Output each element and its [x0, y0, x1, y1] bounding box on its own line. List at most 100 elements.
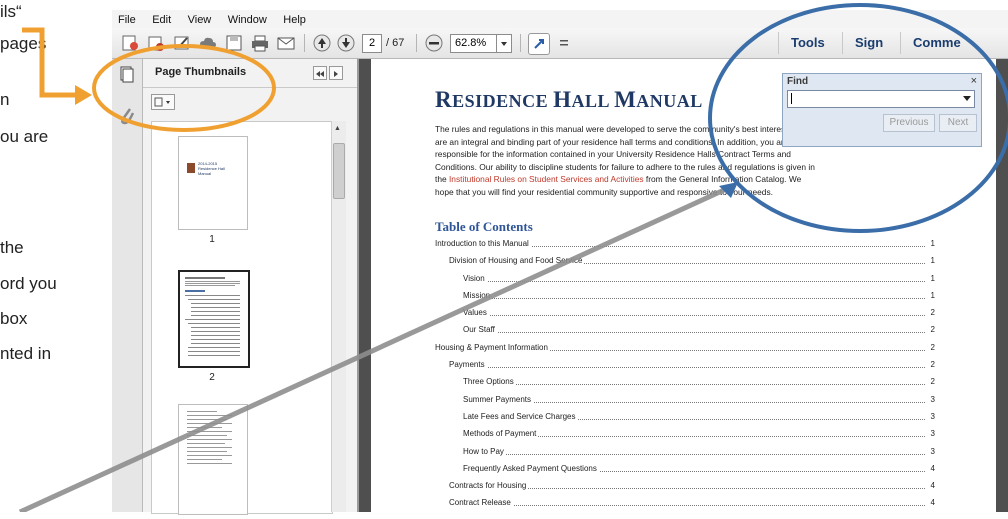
thumbnail-scrollbar[interactable]: ▲	[331, 121, 346, 512]
tools-button[interactable]: Tools	[778, 32, 837, 54]
menu-file[interactable]: File	[118, 11, 136, 29]
scrollbar-thumb[interactable]	[333, 143, 345, 199]
find-next-button[interactable]: Next	[939, 114, 977, 132]
toc-entry-page: 3	[930, 394, 935, 404]
find-previous-button[interactable]: Previous	[883, 114, 935, 132]
email-icon[interactable]	[276, 33, 296, 53]
next-page-icon[interactable]	[336, 33, 356, 53]
toc-leader	[463, 315, 925, 317]
toc-entry[interactable]: Payments 2	[435, 356, 935, 373]
toc-entry[interactable]: Introduction to this Manual 1	[435, 235, 935, 252]
toc-entry-page: 2	[930, 377, 935, 387]
toc-entry[interactable]: Frequently Asked Payment Questions 4	[435, 460, 935, 477]
toc-entry-page: 2	[930, 342, 935, 352]
toolbar-divider	[520, 34, 521, 52]
zoom-out-icon[interactable]	[424, 33, 444, 53]
find-input[interactable]	[787, 90, 975, 108]
toc-entry-text: Contracts for Housing	[449, 481, 529, 491]
menu-edit[interactable]: Edit	[152, 11, 171, 29]
table-of-contents: Introduction to this Manual 1 Division of …	[435, 235, 935, 512]
instruction-line: box	[0, 309, 28, 328]
expand-panel-icon[interactable]	[329, 66, 343, 80]
save-icon[interactable]	[224, 33, 244, 53]
edit-pdf-icon[interactable]	[172, 33, 192, 53]
toc-entry[interactable]: Housing & Payment Information 2	[435, 339, 935, 356]
toc-entry-text: Our Staff	[463, 325, 497, 335]
menu-view[interactable]: View	[188, 11, 212, 29]
toc-leader	[449, 505, 925, 507]
find-title: Find	[787, 76, 809, 87]
toc-entry[interactable]: How to Pay 3	[435, 443, 935, 460]
zoom-level-field[interactable]: 62.8%	[450, 34, 498, 53]
thumbnail-list: 2014-2015 Residence Hall Manual 1 2	[151, 121, 333, 515]
cloud-upload-icon[interactable]	[198, 33, 218, 53]
navigation-rail	[112, 59, 143, 512]
toc-entry[interactable]: Late Fees and Service Charges 3	[435, 408, 935, 425]
toc-entry-text: Division of Housing and Food Service	[449, 256, 585, 266]
menu-window[interactable]: Window	[228, 11, 267, 29]
page-thumbnails-panel: Page Thumbnails 2014-2015 Residence Hall…	[143, 59, 359, 515]
print-icon[interactable]	[250, 33, 270, 53]
toc-leader	[463, 280, 925, 282]
thumbnail-page-2-selected[interactable]	[178, 270, 250, 368]
toc-entry-page: 3	[930, 446, 935, 456]
toc-entry-page: 3	[930, 411, 935, 421]
toolbar-divider	[416, 34, 417, 52]
close-icon[interactable]: ×	[971, 75, 977, 87]
menu-help[interactable]: Help	[283, 11, 306, 29]
toc-entry-text: Three Options	[463, 377, 516, 387]
toc-leader	[463, 384, 925, 386]
customize-toolbar-icon[interactable]	[554, 33, 574, 53]
toc-entry-page: 2	[930, 360, 935, 370]
comment-button[interactable]: Comme	[900, 32, 973, 54]
toc-entry[interactable]: Division of Housing and Food Service 1	[435, 252, 935, 269]
document-title: RESIDENCE HALL MANUAL	[435, 87, 703, 112]
toc-entry[interactable]: Contract Release 4	[435, 494, 935, 511]
thumbnail-number: 2	[209, 372, 215, 383]
toc-entry-text: Values	[463, 308, 489, 318]
instruction-line: ils“	[0, 2, 22, 21]
fit-page-icon[interactable]	[528, 33, 550, 55]
zoom-dropdown-icon[interactable]	[496, 34, 512, 53]
toc-entry[interactable]: Vision 1	[435, 270, 935, 287]
instruction-text-column: ils“ pages n ou are the ord you box nted…	[0, 0, 120, 512]
previous-page-icon[interactable]	[312, 33, 332, 53]
toc-entry[interactable]: Methods of Payment 3	[435, 425, 935, 442]
toc-entry-text: Late Fees and Service Charges	[463, 411, 578, 421]
toc-entry[interactable]: Three Options 2	[435, 373, 935, 390]
create-pdf-icon[interactable]	[120, 33, 140, 53]
thumbnail-page-1[interactable]: 2014-2015 Residence Hall Manual	[178, 136, 248, 230]
toc-entry-text: Payments	[449, 360, 487, 370]
toc-entry[interactable]: Values 2	[435, 304, 935, 321]
chevron-down-icon[interactable]	[963, 96, 971, 101]
toc-entry-page: 1	[930, 256, 935, 266]
catalog-link[interactable]: Institutional Rules on Student Services …	[449, 174, 644, 184]
sign-button[interactable]: Sign	[842, 32, 895, 54]
thumbnail-number: 1	[209, 234, 215, 245]
attachment-icon[interactable]	[119, 105, 135, 127]
collapse-panel-icon[interactable]	[313, 66, 327, 80]
page-thumbnails-icon[interactable]	[118, 65, 136, 83]
toc-leader	[463, 453, 925, 455]
toc-entry-page: 2	[930, 308, 935, 318]
toc-entry[interactable]: Mission 1	[435, 287, 935, 304]
toc-entry-page: 4	[930, 481, 935, 491]
instruction-line: n	[0, 90, 10, 109]
toc-entry[interactable]: Contracts for Housing 4	[435, 477, 935, 494]
thumbnail-options-icon[interactable]	[151, 94, 175, 110]
thumbnail-page-3[interactable]	[178, 404, 248, 515]
instruction-line: ou are	[0, 127, 49, 146]
toc-leader	[463, 332, 925, 334]
toc-entry-text: How to Pay	[463, 446, 506, 456]
toc-entry-page: 1	[930, 273, 935, 283]
toc-entry-text: Methods of Payment	[463, 429, 539, 439]
panel-header: Page Thumbnails	[143, 59, 357, 88]
toc-leader	[449, 367, 925, 369]
toc-entry[interactable]: Summer Payments 3	[435, 391, 935, 408]
main-toolbar: 2 / 67 62.8% Tools Sign Comme	[112, 28, 1008, 59]
toc-entry[interactable]: Our Staff 2	[435, 321, 935, 338]
scroll-up-icon[interactable]: ▲	[334, 125, 341, 132]
convert-pdf-icon[interactable]	[146, 33, 166, 53]
toc-leader	[463, 297, 925, 299]
current-page-input[interactable]: 2	[362, 34, 382, 53]
